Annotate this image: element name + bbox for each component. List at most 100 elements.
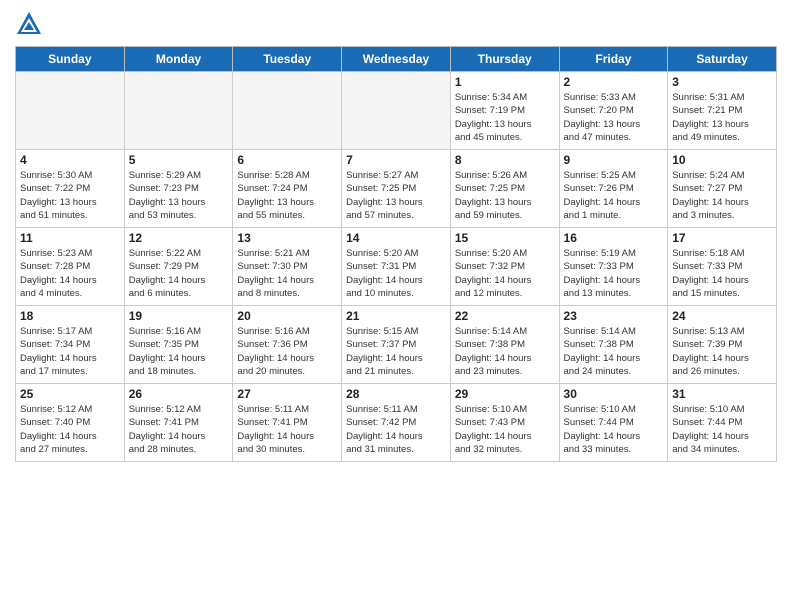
calendar-cell: 2 Sunrise: 5:33 AM Sunset: 7:20 PM Daylig…: [559, 72, 668, 150]
day-info: Sunrise: 5:28 AM Sunset: 7:24 PM Dayligh…: [237, 169, 337, 222]
day-number: 13: [237, 231, 337, 245]
day-number: 17: [672, 231, 772, 245]
day-number: 21: [346, 309, 446, 323]
day-info: Sunrise: 5:16 AM Sunset: 7:36 PM Dayligh…: [237, 325, 337, 378]
calendar-cell: [233, 72, 342, 150]
day-info: Sunrise: 5:16 AM Sunset: 7:35 PM Dayligh…: [129, 325, 229, 378]
day-info: Sunrise: 5:25 AM Sunset: 7:26 PM Dayligh…: [564, 169, 664, 222]
calendar-cell: 31Sunrise: 5:10 AM Sunset: 7:44 PM Dayli…: [668, 384, 777, 462]
day-number: 1: [455, 75, 555, 89]
day-info: Sunrise: 5:26 AM Sunset: 7:25 PM Dayligh…: [455, 169, 555, 222]
day-info: Sunrise: 5:12 AM Sunset: 7:40 PM Dayligh…: [20, 403, 120, 456]
day-info: Sunrise: 5:14 AM Sunset: 7:38 PM Dayligh…: [564, 325, 664, 378]
day-info: Sunrise: 5:31 AM Sunset: 7:21 PM Dayligh…: [672, 91, 772, 144]
day-number: 27: [237, 387, 337, 401]
calendar-cell: 29 Sunrise: 5:10 AM Sunset: 7:43 PM Dayli…: [450, 384, 559, 462]
day-info: Sunrise: 5:21 AM Sunset: 7:30 PM Dayligh…: [237, 247, 337, 300]
day-info: Sunrise: 5:19 AM Sunset: 7:33 PM Dayligh…: [564, 247, 664, 300]
logo: [15, 10, 45, 38]
day-info: Sunrise: 5:10 AM Sunset: 7:43 PM Dayligh…: [455, 403, 555, 456]
calendar-cell: 22 Sunrise: 5:14 AM Sunset: 7:38 PM Dayli…: [450, 306, 559, 384]
col-header-tuesday: Tuesday: [233, 47, 342, 72]
calendar-cell: 13 Sunrise: 5:21 AM Sunset: 7:30 PM Dayli…: [233, 228, 342, 306]
day-info: Sunrise: 5:15 AM Sunset: 7:37 PM Dayligh…: [346, 325, 446, 378]
day-number: 24: [672, 309, 772, 323]
day-info: Sunrise: 5:23 AM Sunset: 7:28 PM Dayligh…: [20, 247, 120, 300]
calendar-cell: 28 Sunrise: 5:11 AM Sunset: 7:42 PM Dayli…: [342, 384, 451, 462]
day-info: Sunrise: 5:11 AM Sunset: 7:41 PM Dayligh…: [237, 403, 337, 456]
day-number: 15: [455, 231, 555, 245]
day-number: 10: [672, 153, 772, 167]
day-info: Sunrise: 5:14 AM Sunset: 7:38 PM Dayligh…: [455, 325, 555, 378]
calendar-cell: 1 Sunrise: 5:34 AM Sunset: 7:19 PM Daylig…: [450, 72, 559, 150]
calendar-cell: 20 Sunrise: 5:16 AM Sunset: 7:36 PM Dayli…: [233, 306, 342, 384]
day-info: Sunrise: 5:13 AM Sunset: 7:39 PM Dayligh…: [672, 325, 772, 378]
calendar-cell: 21 Sunrise: 5:15 AM Sunset: 7:37 PM Dayli…: [342, 306, 451, 384]
calendar-cell: 26 Sunrise: 5:12 AM Sunset: 7:41 PM Dayli…: [124, 384, 233, 462]
calendar-cell: [342, 72, 451, 150]
day-info: Sunrise: 5:29 AM Sunset: 7:23 PM Dayligh…: [129, 169, 229, 222]
day-info: Sunrise: 5:11 AM Sunset: 7:42 PM Dayligh…: [346, 403, 446, 456]
day-number: 26: [129, 387, 229, 401]
calendar-cell: 24 Sunrise: 5:13 AM Sunset: 7:39 PM Dayli…: [668, 306, 777, 384]
day-number: 6: [237, 153, 337, 167]
day-number: 20: [237, 309, 337, 323]
day-number: 25: [20, 387, 120, 401]
logo-icon: [15, 10, 43, 38]
calendar-cell: [16, 72, 125, 150]
calendar-cell: [124, 72, 233, 150]
calendar-cell: 19 Sunrise: 5:16 AM Sunset: 7:35 PM Dayli…: [124, 306, 233, 384]
day-number: 16: [564, 231, 664, 245]
calendar-cell: 9 Sunrise: 5:25 AM Sunset: 7:26 PM Daylig…: [559, 150, 668, 228]
day-number: 5: [129, 153, 229, 167]
day-info: Sunrise: 5:12 AM Sunset: 7:41 PM Dayligh…: [129, 403, 229, 456]
calendar-cell: 25 Sunrise: 5:12 AM Sunset: 7:40 PM Dayli…: [16, 384, 125, 462]
day-number: 12: [129, 231, 229, 245]
calendar-cell: 16 Sunrise: 5:19 AM Sunset: 7:33 PM Dayli…: [559, 228, 668, 306]
day-info: Sunrise: 5:17 AM Sunset: 7:34 PM Dayligh…: [20, 325, 120, 378]
calendar-cell: 10 Sunrise: 5:24 AM Sunset: 7:27 PM Dayli…: [668, 150, 777, 228]
calendar-cell: 5 Sunrise: 5:29 AM Sunset: 7:23 PM Daylig…: [124, 150, 233, 228]
col-header-friday: Friday: [559, 47, 668, 72]
col-header-wednesday: Wednesday: [342, 47, 451, 72]
col-header-sunday: Sunday: [16, 47, 125, 72]
day-info: Sunrise: 5:10 AM Sunset: 7:44 PM Dayligh…: [564, 403, 664, 456]
day-info: Sunrise: 5:27 AM Sunset: 7:25 PM Dayligh…: [346, 169, 446, 222]
day-number: 22: [455, 309, 555, 323]
day-info: Sunrise: 5:22 AM Sunset: 7:29 PM Dayligh…: [129, 247, 229, 300]
calendar-cell: 6 Sunrise: 5:28 AM Sunset: 7:24 PM Daylig…: [233, 150, 342, 228]
day-info: Sunrise: 5:20 AM Sunset: 7:32 PM Dayligh…: [455, 247, 555, 300]
calendar-cell: 7 Sunrise: 5:27 AM Sunset: 7:25 PM Daylig…: [342, 150, 451, 228]
day-number: 29: [455, 387, 555, 401]
calendar-cell: 23 Sunrise: 5:14 AM Sunset: 7:38 PM Dayli…: [559, 306, 668, 384]
day-number: 9: [564, 153, 664, 167]
day-number: 4: [20, 153, 120, 167]
col-header-thursday: Thursday: [450, 47, 559, 72]
calendar-cell: 27 Sunrise: 5:11 AM Sunset: 7:41 PM Dayli…: [233, 384, 342, 462]
day-number: 23: [564, 309, 664, 323]
header: [15, 10, 777, 38]
day-number: 2: [564, 75, 664, 89]
col-header-saturday: Saturday: [668, 47, 777, 72]
calendar-cell: 17 Sunrise: 5:18 AM Sunset: 7:33 PM Dayli…: [668, 228, 777, 306]
day-number: 19: [129, 309, 229, 323]
day-info: Sunrise: 5:30 AM Sunset: 7:22 PM Dayligh…: [20, 169, 120, 222]
day-number: 14: [346, 231, 446, 245]
calendar-cell: 30 Sunrise: 5:10 AM Sunset: 7:44 PM Dayli…: [559, 384, 668, 462]
calendar-cell: 11 Sunrise: 5:23 AM Sunset: 7:28 PM Dayli…: [16, 228, 125, 306]
day-info: Sunrise: 5:18 AM Sunset: 7:33 PM Dayligh…: [672, 247, 772, 300]
calendar-cell: 18Sunrise: 5:17 AM Sunset: 7:34 PM Dayli…: [16, 306, 125, 384]
col-header-monday: Monday: [124, 47, 233, 72]
day-number: 11: [20, 231, 120, 245]
day-info: Sunrise: 5:20 AM Sunset: 7:31 PM Dayligh…: [346, 247, 446, 300]
page: SundayMondayTuesdayWednesdayThursdayFrid…: [0, 0, 792, 612]
day-info: Sunrise: 5:33 AM Sunset: 7:20 PM Dayligh…: [564, 91, 664, 144]
day-number: 30: [564, 387, 664, 401]
calendar-cell: 12 Sunrise: 5:22 AM Sunset: 7:29 PM Dayli…: [124, 228, 233, 306]
day-info: Sunrise: 5:34 AM Sunset: 7:19 PM Dayligh…: [455, 91, 555, 144]
day-info: Sunrise: 5:24 AM Sunset: 7:27 PM Dayligh…: [672, 169, 772, 222]
day-number: 28: [346, 387, 446, 401]
day-info: Sunrise: 5:10 AM Sunset: 7:44 PM Dayligh…: [672, 403, 772, 456]
calendar-cell: 15 Sunrise: 5:20 AM Sunset: 7:32 PM Dayli…: [450, 228, 559, 306]
day-number: 7: [346, 153, 446, 167]
